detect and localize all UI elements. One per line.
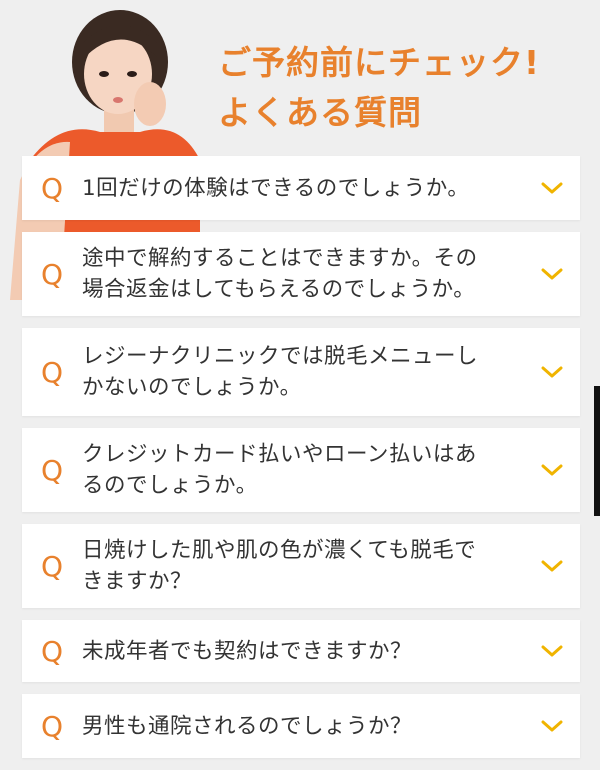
chevron-down-icon[interactable]	[524, 706, 580, 746]
faq-title-line2: よくある質問	[218, 93, 422, 132]
faq-title-line1: ご予約前にチェック!	[218, 43, 541, 82]
faq-question-line: 途中で解約することはできますか。その	[82, 246, 478, 271]
faq-q-label: Q	[40, 549, 64, 583]
faq-question: 途中で解約することはできますか。その 場合返金はしてもらえるのでしょうか。	[82, 243, 524, 305]
faq-item[interactable]: Q レジーナクリニックでは脱毛メニューし かないのでしょうか。	[22, 328, 580, 416]
faq-item[interactable]: Q 1回だけの体験はできるのでしょうか。	[22, 156, 580, 220]
chevron-down-icon[interactable]	[524, 631, 580, 671]
faq-question-line: 日焼けした肌や肌の色が濃くても脱毛で	[82, 538, 477, 563]
faq-question: レジーナクリニックでは脱毛メニューし かないのでしょうか。	[82, 341, 524, 403]
chevron-down-icon[interactable]	[524, 254, 580, 294]
faq-question: 未成年者でも契約はできますか？	[82, 636, 524, 667]
scrollbar-thumb[interactable]	[594, 386, 600, 516]
faq-question-line: 場合返金はしてもらえるのでしょうか。	[82, 277, 476, 302]
faq-q-label: Q	[40, 355, 64, 389]
faq-q-label: Q	[40, 709, 64, 743]
faq-question-line: 未成年者でも契約はできますか？	[82, 638, 413, 664]
faq-q-label: Q	[40, 634, 64, 668]
faq-question-line: 1回だけの体験はできるのでしょうか。	[82, 175, 470, 201]
faq-question-line: クレジットカード払いやローン払いはあ	[82, 442, 477, 467]
faq-question-line: かないのでしょうか。	[82, 375, 302, 400]
chevron-down-icon[interactable]	[524, 546, 580, 586]
faq-question: クレジットカード払いやローン払いはあ るのでしょうか。	[82, 439, 524, 501]
faq-question: 1回だけの体験はできるのでしょうか。	[82, 173, 524, 204]
faq-q-label: Q	[40, 257, 64, 291]
faq-list: Q 1回だけの体験はできるのでしょうか。 Q 途中で解約することはできますか。その 場合…	[22, 156, 580, 770]
faq-item[interactable]: Q 途中で解約することはできますか。その 場合返金はしてもらえるのでしょうか。	[22, 232, 580, 316]
faq-question-line: 男性も通院されるのでしょうか？	[82, 713, 413, 739]
faq-q-label: Q	[40, 453, 64, 487]
faq-question-line: レジーナクリニックでは脱毛メニューし	[82, 344, 479, 369]
faq-question-line: るのでしょうか。	[82, 473, 258, 498]
faq-question-line: きますか？	[82, 569, 193, 594]
faq-question: 男性も通院されるのでしょうか？	[82, 711, 524, 742]
faq-item[interactable]: Q 日焼けした肌や肌の色が濃くても脱毛で きますか？	[22, 524, 580, 608]
chevron-down-icon[interactable]	[524, 450, 580, 490]
faq-title: ご予約前にチェック! よくある質問	[218, 38, 540, 138]
faq-question: 日焼けした肌や肌の色が濃くても脱毛で きますか？	[82, 535, 524, 597]
chevron-down-icon[interactable]	[524, 168, 580, 208]
chevron-down-icon[interactable]	[524, 352, 580, 392]
faq-item[interactable]: Q 未成年者でも契約はできますか？	[22, 620, 580, 682]
faq-hero: ご予約前にチェック! よくある質問	[0, 0, 600, 300]
faq-item[interactable]: Q 男性も通院されるのでしょうか？	[22, 694, 580, 758]
faq-item[interactable]: Q クレジットカード払いやローン払いはあ るのでしょうか。	[22, 428, 580, 512]
faq-q-label: Q	[40, 171, 64, 205]
